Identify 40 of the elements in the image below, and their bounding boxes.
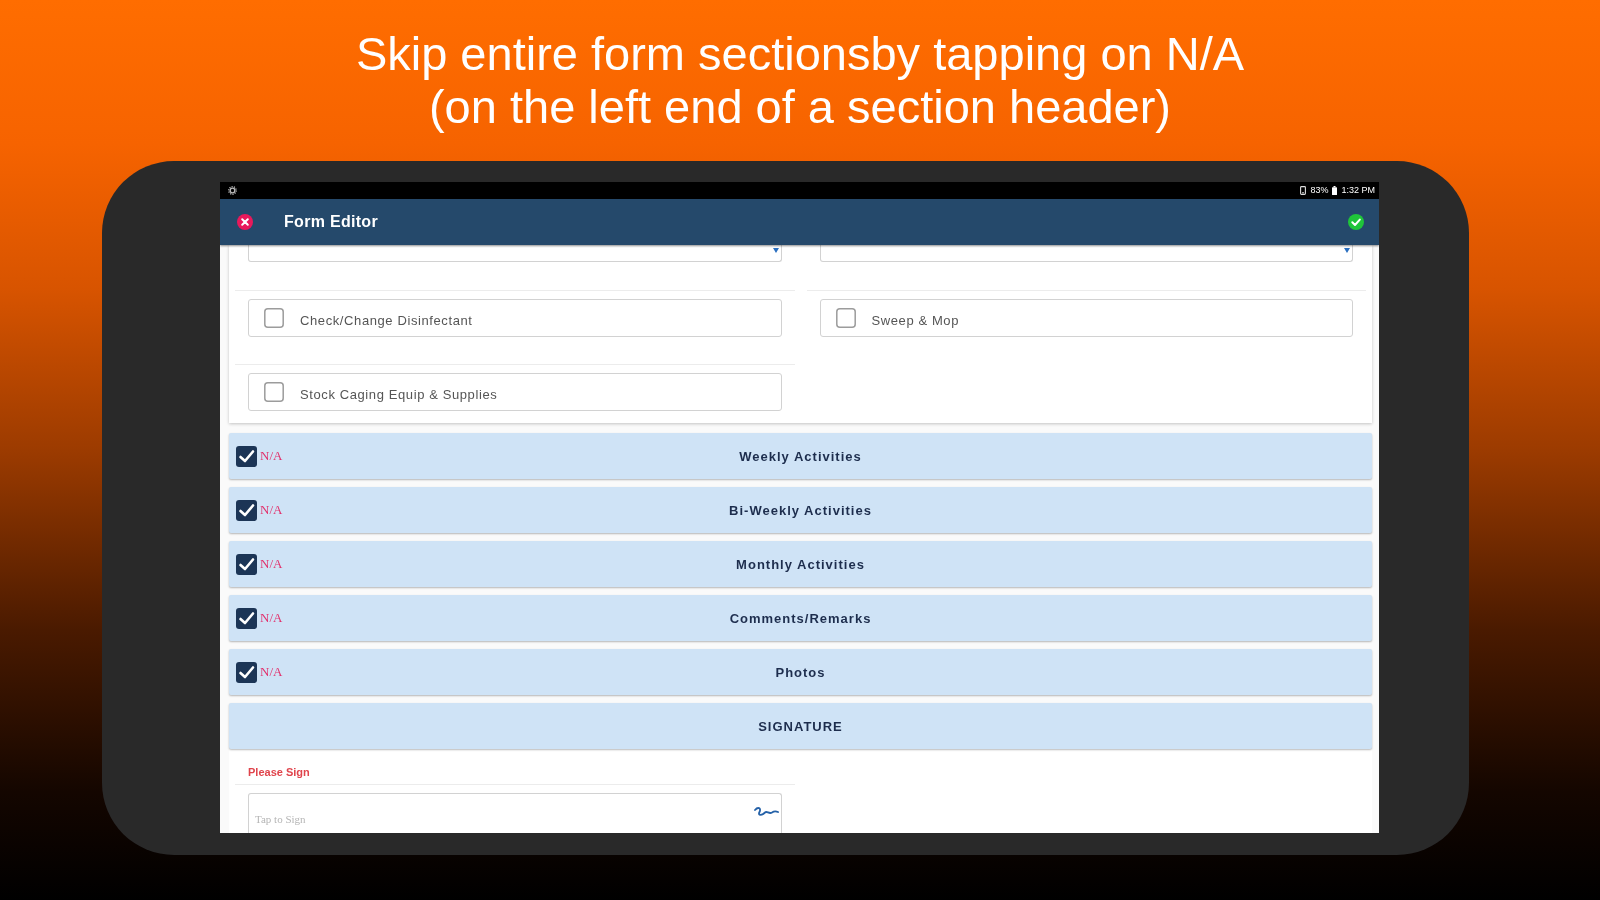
checkbox[interactable] <box>264 308 284 328</box>
section-title: Monthly Activities <box>736 556 865 572</box>
battery-percent: 83% <box>1310 185 1329 196</box>
na-checkbox[interactable] <box>236 661 257 683</box>
clock-time: 1:32 PM <box>1341 185 1375 196</box>
section-title: Weekly Activities <box>739 448 862 464</box>
section-title: SIGNATURE <box>758 718 843 734</box>
headline: Skip entire form sectionsby tapping on N/A (on the left end of a section header) <box>355 26 1245 133</box>
select-field[interactable] <box>819 245 1353 262</box>
checkbox-field[interactable]: Sweep & Mop <box>819 299 1353 337</box>
na-label: N/A <box>260 502 283 518</box>
check-circle-icon[interactable] <box>1348 214 1364 230</box>
checkbox[interactable] <box>835 308 856 328</box>
na-checkbox[interactable] <box>236 553 257 575</box>
signature-prompt: Please Sign <box>248 766 310 778</box>
section-title: Comments/Remarks <box>729 610 872 626</box>
checkbox-label: Check/Change Disinfectant <box>300 311 473 328</box>
na-checkbox[interactable] <box>236 445 257 467</box>
checkbox-field[interactable]: Check/Change Disinfectant <box>248 299 782 337</box>
caret-icon <box>1344 248 1350 253</box>
section-title: Photos <box>775 664 826 680</box>
na-checkbox[interactable] <box>236 607 257 629</box>
phone-icon <box>1300 186 1307 195</box>
section-title: Bi-Weekly Activities <box>729 502 872 518</box>
caret-icon <box>772 248 779 253</box>
battery-icon <box>1332 186 1338 195</box>
checkbox[interactable] <box>264 382 284 402</box>
gear-icon <box>228 186 237 195</box>
checkbox-field[interactable]: Stock Caging Equip & Supplies <box>248 373 782 411</box>
select-field[interactable] <box>248 245 782 262</box>
na-label: N/A <box>260 556 283 572</box>
close-icon[interactable] <box>237 214 253 230</box>
na-label: N/A <box>260 610 283 626</box>
na-checkbox[interactable] <box>236 499 257 521</box>
signature-icon <box>752 806 779 817</box>
app-bar-title: Form Editor <box>284 213 379 231</box>
na-label: N/A <box>260 664 283 680</box>
checkbox-label: Sweep & Mop <box>871 311 960 328</box>
checkbox-label: Stock Caging Equip & Supplies <box>300 385 498 402</box>
na-label: N/A <box>260 448 283 464</box>
